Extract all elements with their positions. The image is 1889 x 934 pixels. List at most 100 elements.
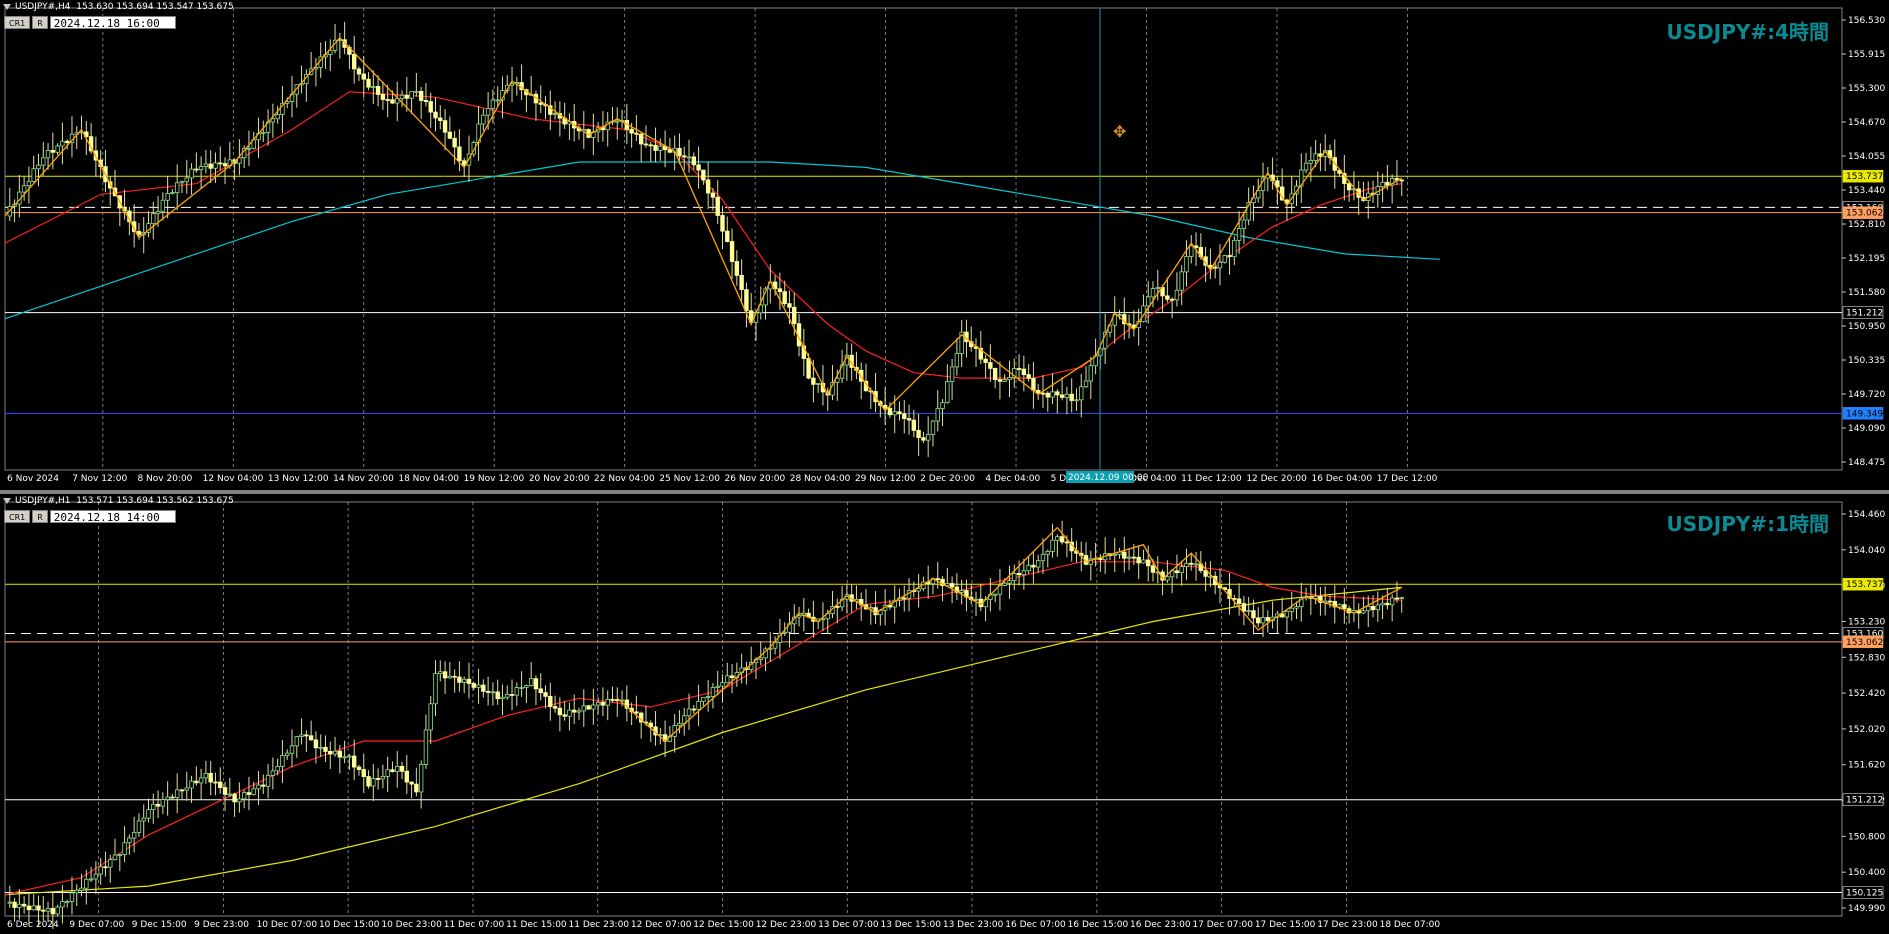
h1-candle-body <box>122 842 127 855</box>
h1-candle-body <box>251 788 256 795</box>
h4-candle-body <box>1346 183 1352 191</box>
h1-r-button[interactable]: R <box>32 510 48 523</box>
h1-x-tick-label: 9 Dec 15:00 <box>132 920 187 930</box>
h1-zigzag-line <box>616 526 1403 742</box>
h1-candle-body <box>1289 607 1294 612</box>
h1-y-tick-label: 150.400 <box>1848 868 1885 878</box>
h1-candle-body <box>26 905 32 911</box>
h1-y-tick-label: 154.040 <box>1848 546 1885 556</box>
h4-candle-body <box>940 402 945 409</box>
crosshair-tool-icon[interactable]: ✥ <box>1113 122 1126 141</box>
h1-candle-body <box>428 703 433 731</box>
h1-candle-body <box>552 706 558 709</box>
h4-candle-body <box>452 137 457 148</box>
h1-candle-body <box>7 901 12 904</box>
h4-x-tick-label: 2 Dec 20:00 <box>920 474 975 484</box>
h1-candle-body <box>1136 556 1141 564</box>
h1-candle-body <box>581 705 586 712</box>
h4-candle-body <box>696 164 701 171</box>
h4-candle-body <box>811 377 816 385</box>
h4-candle-body <box>744 289 749 312</box>
h4-chart-panel[interactable]: 6 Nov 2024 7 Nov 12:00 8 Nov 20:00 12 Nov 0… <box>0 0 1889 490</box>
h4-time-box[interactable]: 2024.12.18 16:00 <box>49 16 176 30</box>
triangle-down-icon[interactable] <box>3 497 11 504</box>
h4-candle-body <box>686 156 692 159</box>
h1-candle-body <box>50 907 56 915</box>
h1-candle-body <box>299 734 304 738</box>
h4-chart-canvas[interactable]: 6 Nov 2024 7 Nov 12:00 8 Nov 20:00 12 Nov 0… <box>0 0 1889 490</box>
h1-candle-body <box>538 688 543 694</box>
h4-candle-body <box>151 213 156 224</box>
h4-candle-body <box>1050 391 1055 398</box>
h4-candle-body <box>50 150 56 153</box>
h1-candle-body <box>715 685 720 688</box>
h1-candle-body <box>466 678 472 684</box>
h1-candle-body <box>600 701 606 706</box>
h4-candle-body <box>911 419 917 431</box>
h4-candle-body <box>954 353 960 368</box>
h4-candle-body <box>1385 181 1390 186</box>
h4-cr1-button[interactable]: CR1 <box>4 16 31 29</box>
h1-x-tick-label: 13 Dec 15:00 <box>880 920 941 930</box>
h1-candle-body <box>280 755 285 767</box>
h4-candle-body <box>729 241 735 262</box>
h1-candle-body <box>332 750 338 755</box>
h1-candle-body <box>586 705 591 710</box>
h4-button-row: CR1 R 2024.12.18 16:00 <box>4 16 176 30</box>
h4-y-tick-label: 149.720 <box>1848 390 1885 400</box>
h4-candle-body <box>1184 256 1189 273</box>
h4-candle-body <box>615 120 620 123</box>
h4-candle-body <box>1150 288 1156 298</box>
h1-chart-panel[interactable]: 6 Dec 2024 9 Dec 07:00 9 Dec 15:00 9 Dec 23… <box>0 494 1889 934</box>
h4-y-tick-label: 155.915 <box>1848 50 1885 60</box>
h4-candle-body <box>442 120 448 133</box>
h4-candle-body <box>261 132 266 134</box>
h1-candle-body <box>347 755 352 758</box>
h1-candle-body <box>725 675 730 684</box>
h1-candle-body <box>146 809 151 819</box>
h1-price-label: 153.062 <box>1846 638 1883 648</box>
h1-candle-body <box>1265 617 1270 622</box>
h4-candle-body <box>409 91 414 99</box>
h1-candle-body <box>1112 553 1117 556</box>
h1-candle-body <box>1361 610 1366 614</box>
h4-candle-body <box>1236 228 1242 241</box>
h4-candle-body <box>782 291 787 305</box>
h4-r-button[interactable]: R <box>32 16 48 29</box>
h4-candle-body <box>710 192 716 198</box>
h4-x-tick-label: 8 Nov 20:00 <box>137 474 192 484</box>
h1-candle-body <box>902 597 907 600</box>
h1-candle-body <box>1126 556 1132 559</box>
h1-candle-body <box>595 701 601 706</box>
h1-candle-body <box>1031 564 1036 568</box>
h4-candle-body <box>806 358 811 379</box>
h1-candle-body <box>1380 602 1385 606</box>
h1-candle-body <box>1327 600 1333 603</box>
h1-candle-body <box>610 698 615 701</box>
h4-candle-body <box>404 94 409 99</box>
h1-candle-body <box>1399 597 1404 599</box>
h1-candle-body <box>591 704 596 710</box>
h4-price-label: 153.062 <box>1846 209 1883 219</box>
h1-time-box[interactable]: 2024.12.18 14:00 <box>49 510 176 524</box>
h4-candle-body <box>715 196 720 216</box>
h1-plot-frame <box>4 501 1843 917</box>
h1-chart-canvas[interactable]: 6 Dec 2024 9 Dec 07:00 9 Dec 15:00 9 Dec 23… <box>0 494 1889 934</box>
h1-candle-body <box>313 739 319 749</box>
h1-candle-body <box>151 803 156 810</box>
h1-y-tick-label: 153.230 <box>1848 617 1885 627</box>
h1-candle-body <box>414 783 419 793</box>
h4-candle-body <box>1040 392 1046 395</box>
h1-candle-body <box>270 770 276 776</box>
h4-plot-frame <box>4 7 1843 471</box>
triangle-down-icon[interactable] <box>3 3 11 10</box>
h1-candle-body <box>572 709 577 713</box>
h1-candle-body <box>64 901 70 903</box>
h1-candle-body <box>404 770 409 783</box>
h1-cr1-button[interactable]: CR1 <box>4 510 31 523</box>
h1-candle-body <box>275 766 280 772</box>
h1-candle-body <box>533 678 539 690</box>
h4-y-tick-label: 156.530 <box>1848 16 1885 26</box>
h1-candle-body <box>519 687 524 689</box>
h4-candle-body <box>1174 289 1180 301</box>
